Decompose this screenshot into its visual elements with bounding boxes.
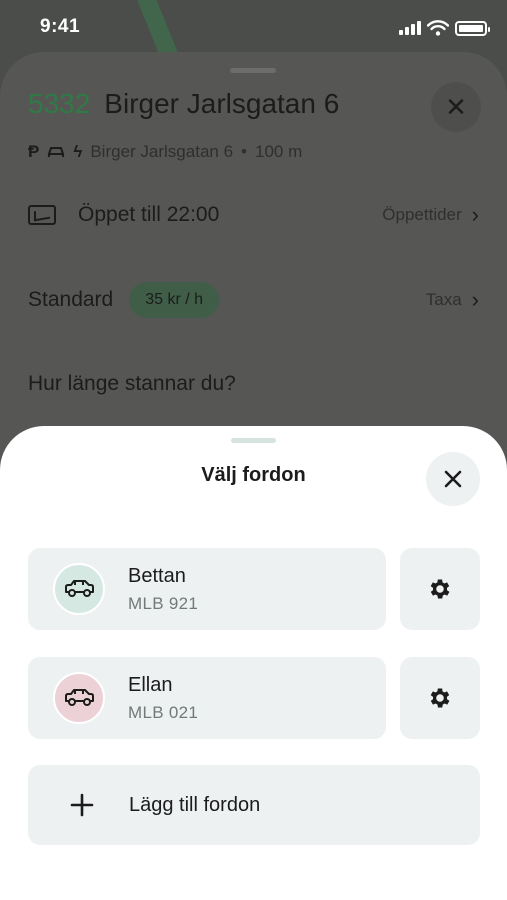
duration-row: Hur länge stannar du? bbox=[28, 372, 479, 396]
vehicle-plate: MLB 021 bbox=[128, 702, 199, 722]
stop-code: 5332 bbox=[28, 88, 91, 119]
opening-hours-label: Öppet till 22:00 bbox=[78, 203, 220, 226]
vehicle-name: Bettan bbox=[128, 564, 186, 587]
vehicle-avatar bbox=[53, 563, 105, 615]
car-icon bbox=[65, 689, 94, 706]
car-icon bbox=[47, 147, 65, 157]
status-time: 9:41 bbox=[40, 16, 81, 37]
battery-icon bbox=[455, 20, 490, 36]
vehicle-avatar bbox=[53, 672, 105, 724]
stop-distance: 100 m bbox=[254, 142, 303, 161]
vehicle-plate: MLB 921 bbox=[128, 593, 199, 613]
add-vehicle-label: Lägg till fordon bbox=[129, 793, 261, 816]
cellular-signal-icon bbox=[399, 21, 421, 35]
sheet-handle bbox=[230, 68, 276, 73]
close-icon: ✕ bbox=[445, 91, 467, 122]
car-icon bbox=[65, 580, 94, 597]
rate-row[interactable]: Standard 35 kr / h Taxa › bbox=[28, 282, 479, 318]
parking-icon: Ᵽ bbox=[28, 142, 40, 161]
rate-price-badge: 35 kr / h bbox=[129, 282, 220, 318]
stop-close-button[interactable]: ✕ bbox=[431, 82, 481, 132]
plus-icon bbox=[68, 791, 96, 819]
close-icon bbox=[444, 470, 462, 488]
stop-title: 5332 Birger Jarlsgatan 6 bbox=[28, 88, 339, 120]
opening-hours-icon bbox=[28, 205, 56, 225]
lightning-icon: ϟ bbox=[73, 142, 83, 161]
rate-label: Standard bbox=[28, 288, 114, 311]
dot-separator: • bbox=[241, 142, 247, 161]
rate-link[interactable]: Taxa bbox=[426, 290, 462, 310]
status-bar: 9:41 bbox=[0, 0, 507, 56]
duration-question: Hur länge stannar du? bbox=[28, 372, 236, 395]
chevron-right-icon: › bbox=[471, 202, 479, 227]
status-icons bbox=[399, 20, 490, 36]
vehicle-settings-button-ellan[interactable] bbox=[400, 657, 480, 739]
vehicle-item-ellan[interactable]: Ellan MLB 021 bbox=[28, 657, 386, 739]
opening-hours-row[interactable]: Öppet till 22:00 Öppettider › bbox=[28, 202, 479, 228]
add-vehicle-button[interactable]: Lägg till fordon bbox=[28, 765, 480, 845]
gear-icon bbox=[430, 579, 450, 599]
vehicle-item-bettan[interactable]: Bettan MLB 921 bbox=[28, 548, 386, 630]
gear-icon bbox=[430, 688, 450, 708]
opening-hours-link[interactable]: Öppettider bbox=[382, 205, 461, 225]
choose-vehicle-sheet: Välj fordon Bettan MLB 921 Ellan MLB 021… bbox=[0, 426, 507, 900]
vehicle-name: Ellan bbox=[128, 673, 173, 696]
sheet-handle[interactable] bbox=[231, 438, 276, 443]
stop-subtitle: Ᵽ ϟ Birger Jarlsgatan 6 • 100 m bbox=[28, 142, 302, 162]
stop-name: Birger Jarlsgatan 6 bbox=[104, 88, 340, 119]
wifi-icon bbox=[427, 20, 449, 36]
stop-address: Birger Jarlsgatan 6 bbox=[90, 142, 234, 161]
chevron-right-icon: › bbox=[471, 287, 479, 312]
vehicle-settings-button-bettan[interactable] bbox=[400, 548, 480, 630]
close-button[interactable] bbox=[426, 452, 480, 506]
